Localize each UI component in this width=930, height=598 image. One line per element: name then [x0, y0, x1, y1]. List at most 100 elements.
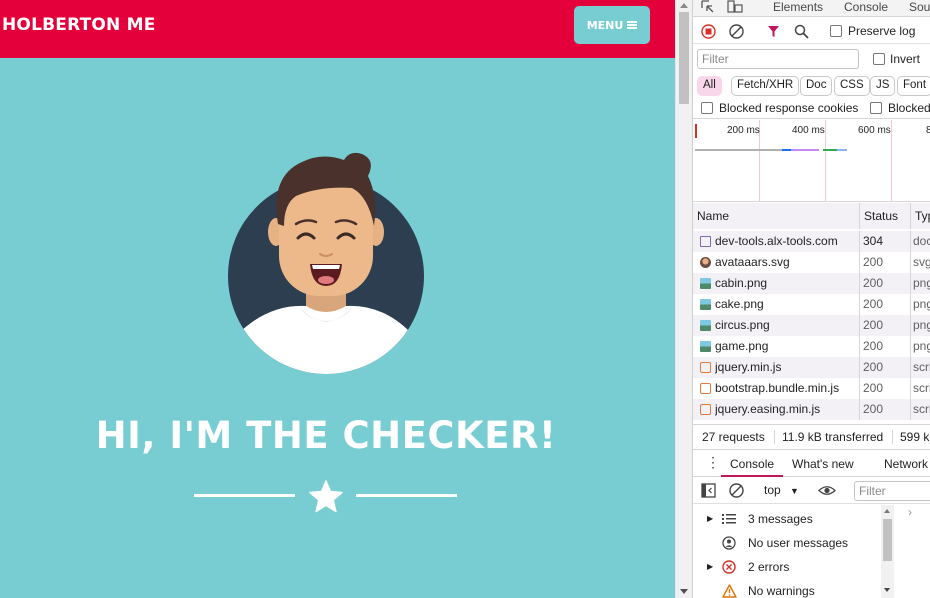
user-icon: [722, 536, 736, 550]
request-row[interactable]: cabin.png 200 png: [693, 273, 930, 294]
request-type: png: [913, 276, 930, 290]
console-filter-all-messages[interactable]: ▶ 3 messages: [693, 507, 883, 531]
type-filter-all[interactable]: All: [697, 76, 722, 96]
preserve-log-checkbox[interactable]: [830, 25, 842, 37]
drawer-menu-icon[interactable]: ⋮: [706, 455, 720, 469]
scroll-up-icon[interactable]: [884, 509, 890, 513]
invert-checkbox[interactable]: [873, 53, 885, 65]
sidebar-toggle-icon[interactable]: [701, 483, 716, 498]
request-row[interactable]: circus.png 200 png: [693, 315, 930, 336]
hero-title: HI, I'M THE CHECKER!: [95, 414, 557, 457]
request-status: 200: [863, 402, 884, 416]
scrollbar-thumb[interactable]: [883, 519, 892, 561]
timeline-bar: [837, 149, 847, 151]
request-row[interactable]: cake.png 200 png: [693, 294, 930, 315]
network-request-table: Name Status Typ dev-tools.alx-tools.com 3…: [693, 203, 930, 421]
request-name: cabin.png: [715, 276, 768, 290]
request-status: 304: [863, 234, 884, 248]
request-row[interactable]: bootstrap.bundle.min.js 200 scri: [693, 378, 930, 399]
scroll-down-icon[interactable]: [884, 588, 890, 592]
hamburger-icon: [627, 21, 638, 29]
tab-sources[interactable]: Sou: [909, 0, 930, 14]
request-name: game.png: [715, 339, 769, 353]
timeline-bar: [782, 149, 791, 151]
drawer-tab-whats-new[interactable]: What's new: [792, 451, 854, 477]
console-filter-errors[interactable]: ▶ 2 errors: [693, 555, 883, 579]
request-row[interactable]: avataaars.svg 200 svg: [693, 252, 930, 273]
eye-icon[interactable]: [818, 484, 836, 497]
request-type: png: [913, 339, 930, 353]
chevron-right-icon[interactable]: ›: [908, 505, 912, 519]
image-icon: [700, 299, 711, 310]
timeline-bar: [823, 149, 837, 151]
type-filter-doc[interactable]: Doc: [800, 76, 833, 96]
context-selector[interactable]: top ▼: [764, 483, 799, 497]
preserve-log-label: Preserve log: [848, 24, 916, 38]
tab-elements[interactable]: Elements: [773, 0, 823, 14]
column-separator: [859, 399, 860, 420]
console-filter-input[interactable]: Filter: [854, 481, 930, 501]
summary-resources: 599 k: [900, 430, 930, 444]
network-timeline-overview[interactable]: 200 ms 400 ms 600 ms 8: [693, 120, 930, 202]
column-separator: [859, 336, 860, 357]
console-filter-user-messages[interactable]: No user messages: [693, 531, 883, 555]
blocked-cookies-checkbox[interactable]: [701, 102, 713, 114]
clear-console-icon[interactable]: [729, 483, 744, 498]
tab-console[interactable]: Console: [844, 0, 888, 14]
avatar-thumbnail-icon: [700, 257, 711, 268]
request-status: 200: [863, 276, 884, 290]
request-row[interactable]: jquery.easing.min.js 200 scri: [693, 399, 930, 420]
blocked-requests-checkbox[interactable]: [870, 102, 882, 114]
blocked-cookies-label: Blocked response cookies: [719, 101, 859, 115]
column-name[interactable]: Name: [693, 203, 860, 229]
column-status[interactable]: Status: [860, 203, 911, 229]
summary-requests: 27 requests: [702, 430, 765, 444]
drawer-tab-network[interactable]: Network: [884, 451, 928, 477]
type-filter-js[interactable]: JS: [870, 76, 896, 96]
script-icon: [700, 362, 711, 373]
filter-funnel-icon[interactable]: [767, 25, 780, 38]
scrollbar-thumb[interactable]: [679, 12, 689, 104]
document-icon: [700, 236, 711, 247]
type-filter-fetch-xhr[interactable]: Fetch/XHR: [731, 76, 800, 96]
request-row[interactable]: dev-tools.alx-tools.com 304 doc: [693, 231, 930, 252]
image-icon: [700, 320, 711, 331]
page-scrollbar[interactable]: [675, 0, 692, 598]
expand-arrow-icon[interactable]: ▶: [707, 507, 713, 531]
network-filter-input[interactable]: Filter: [697, 49, 859, 69]
request-name: circus.png: [715, 318, 770, 332]
column-separator: [910, 357, 911, 378]
menu-button[interactable]: MENU: [574, 6, 650, 44]
console-filter-warnings[interactable]: No warnings: [693, 579, 883, 598]
timeline-tick: 8: [926, 125, 930, 136]
network-summary-bar: 27 requests 11.9 kB transferred 599 k: [693, 424, 930, 450]
type-filter-css[interactable]: CSS: [834, 76, 870, 96]
scroll-up-icon[interactable]: [680, 3, 688, 8]
console-filter-label: No user messages: [748, 536, 849, 550]
record-stop-icon[interactable]: [701, 24, 716, 39]
inspect-element-icon[interactable]: [701, 0, 715, 14]
expand-arrow-icon[interactable]: ▶: [707, 555, 713, 579]
scroll-down-icon[interactable]: [680, 589, 688, 594]
request-row[interactable]: jquery.min.js 200 scri: [693, 357, 930, 378]
drawer-tabbar: ⋮ Console What's new Network: [693, 451, 930, 477]
clear-icon[interactable]: [729, 24, 744, 39]
type-filter-font[interactable]: Font: [897, 76, 930, 96]
request-name: cake.png: [715, 297, 764, 311]
console-sidebar-scrollbar[interactable]: [881, 505, 894, 598]
brand-link[interactable]: HOLBERTON ME: [2, 15, 156, 35]
network-toolbar: Preserve log: [693, 18, 930, 44]
column-separator: [859, 252, 860, 273]
warning-icon: [722, 584, 737, 598]
column-type[interactable]: Typ: [911, 203, 930, 229]
search-icon[interactable]: [794, 24, 809, 39]
device-toolbar-icon[interactable]: [727, 0, 743, 14]
avatar: [228, 152, 424, 374]
timeline-tick: 400 ms: [792, 125, 825, 136]
drawer-tab-console[interactable]: Console: [721, 451, 784, 477]
navbar: HOLBERTON ME MENU: [0, 0, 675, 58]
request-row[interactable]: game.png 200 png: [693, 336, 930, 357]
console-filter-label: 2 errors: [748, 560, 790, 574]
timeline-tick: 200 ms: [727, 125, 760, 136]
image-icon: [700, 341, 711, 352]
